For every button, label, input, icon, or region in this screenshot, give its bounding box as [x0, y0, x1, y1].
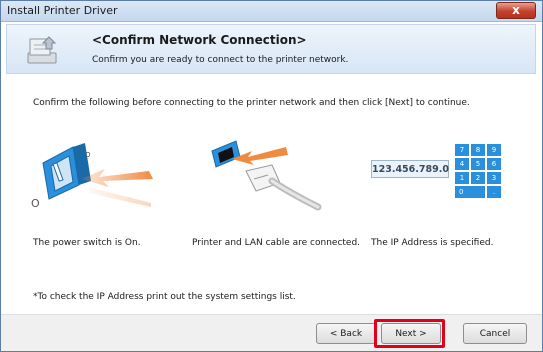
power-switch-icon: O O — [31, 143, 153, 210]
title-bar[interactable]: Install Printer Driver x — [1, 1, 542, 22]
page-header: <Confirm Network Connection> Confirm you… — [6, 24, 536, 74]
keypad-key: . — [487, 186, 501, 198]
keypad-key: 5 — [471, 158, 485, 170]
keypad: 7 8 9 4 5 6 1 2 3 0 . — [454, 143, 502, 201]
button-bar: < Back Next > Cancel — [1, 314, 542, 351]
power-on-label: O — [85, 151, 91, 159]
instruction-text: Confirm the following before connecting … — [33, 98, 470, 108]
next-button[interactable]: Next > — [381, 323, 441, 344]
cancel-button[interactable]: Cancel — [463, 323, 527, 344]
keypad-key: 9 — [487, 144, 501, 156]
ip-keypad-icon: 123.456.789.0 7 8 9 4 5 6 1 2 3 0 . — [371, 143, 503, 203]
step-caption-ip: The IP Address is specified. — [371, 238, 494, 248]
window-title: Install Printer Driver — [7, 4, 118, 17]
page-title: <Confirm Network Connection> — [92, 33, 307, 47]
page-subtitle: Confirm you are ready to connect to the … — [92, 55, 349, 65]
close-button[interactable]: x — [496, 2, 536, 19]
install-printer-driver-window: Install Printer Driver x <Confirm Networ… — [0, 0, 543, 352]
keypad-key: 3 — [487, 172, 501, 184]
ip-address-display: 123.456.789.0 — [371, 160, 449, 178]
keypad-key: 4 — [455, 158, 469, 170]
keypad-key: 0 — [455, 186, 485, 198]
network-printer-icon — [27, 36, 57, 64]
keypad-key: 8 — [471, 144, 485, 156]
keypad-key: 2 — [471, 172, 485, 184]
step-caption-lan: Printer and LAN cable are connected. — [192, 238, 361, 248]
close-icon: x — [512, 3, 520, 17]
keypad-key: 6 — [487, 158, 501, 170]
lan-cable-icon — [211, 140, 322, 211]
step-caption-power: The power switch is On. — [33, 238, 141, 248]
keypad-key: 1 — [455, 172, 469, 184]
keypad-key: 7 — [455, 144, 469, 156]
power-off-label: O — [31, 197, 40, 210]
back-button[interactable]: < Back — [316, 323, 376, 344]
ip-address-note: *To check the IP Address print out the s… — [33, 292, 296, 302]
